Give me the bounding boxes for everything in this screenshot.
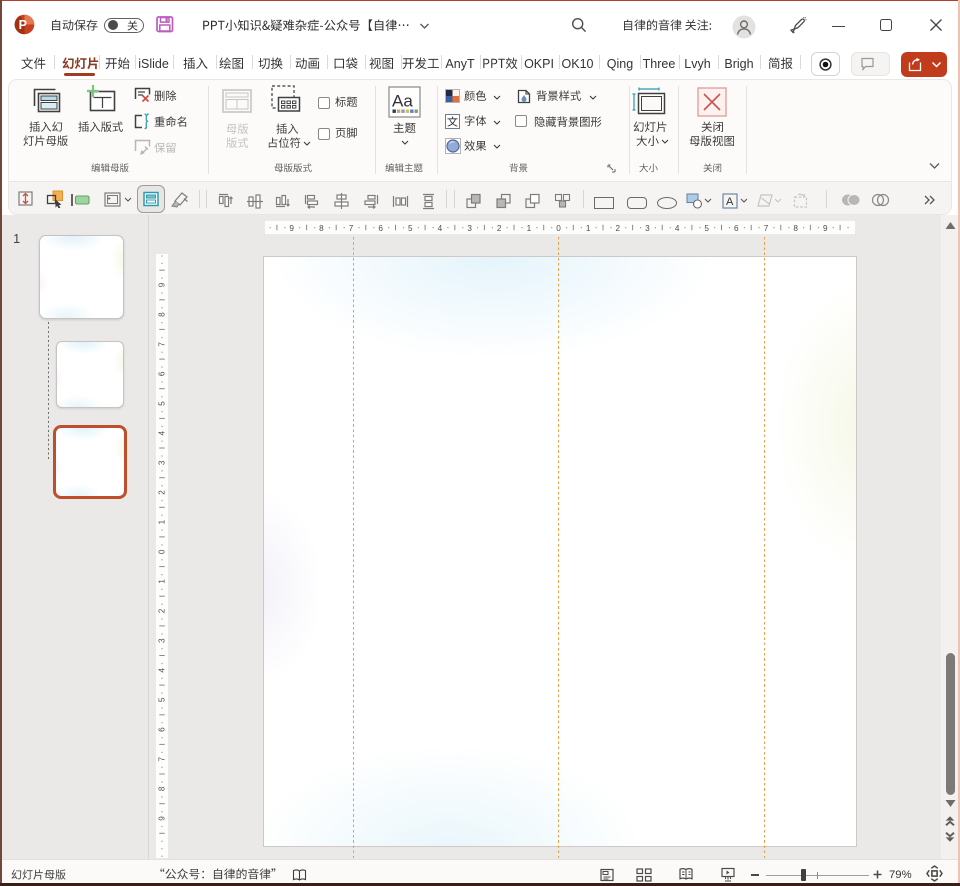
svg-text:A: A xyxy=(726,196,734,208)
svg-text:3: 3 xyxy=(157,460,166,465)
svg-text:1: 1 xyxy=(157,519,166,524)
svg-text:9: 9 xyxy=(823,223,828,232)
svg-text:7: 7 xyxy=(157,341,166,346)
svg-text:4: 4 xyxy=(157,430,166,435)
svg-text:7: 7 xyxy=(157,756,166,761)
svg-text:6: 6 xyxy=(378,223,383,232)
svg-text:9: 9 xyxy=(289,223,294,232)
svg-text:8: 8 xyxy=(157,786,166,791)
svg-text:3: 3 xyxy=(157,637,166,642)
svg-text:8: 8 xyxy=(319,223,324,232)
svg-text:0: 0 xyxy=(157,549,166,554)
svg-text:3: 3 xyxy=(645,223,650,232)
svg-text:8: 8 xyxy=(157,311,166,316)
svg-text:1: 1 xyxy=(527,223,532,232)
svg-text:2: 2 xyxy=(497,223,502,232)
svg-text:9: 9 xyxy=(157,282,166,287)
svg-text:Aa: Aa xyxy=(392,92,413,111)
svg-text:1: 1 xyxy=(586,223,591,232)
svg-text:8: 8 xyxy=(793,223,798,232)
svg-text:9: 9 xyxy=(157,815,166,820)
svg-text:5: 5 xyxy=(157,400,166,405)
svg-text:6: 6 xyxy=(157,726,166,731)
svg-text:6: 6 xyxy=(157,371,166,376)
svg-text:4: 4 xyxy=(438,223,443,232)
svg-text:0: 0 xyxy=(556,223,561,232)
svg-text:7: 7 xyxy=(764,223,769,232)
svg-text:3: 3 xyxy=(467,223,472,232)
svg-text:5: 5 xyxy=(704,223,709,232)
svg-text:6: 6 xyxy=(734,223,739,232)
svg-text:4: 4 xyxy=(675,223,680,232)
svg-text:5: 5 xyxy=(157,697,166,702)
svg-text:2: 2 xyxy=(157,608,166,613)
svg-text:7: 7 xyxy=(349,223,354,232)
svg-text:2: 2 xyxy=(616,223,621,232)
svg-text:4: 4 xyxy=(157,667,166,672)
svg-text:2: 2 xyxy=(157,489,166,494)
svg-text:P: P xyxy=(19,18,27,32)
svg-text:1: 1 xyxy=(157,578,166,583)
svg-text:5: 5 xyxy=(408,223,413,232)
